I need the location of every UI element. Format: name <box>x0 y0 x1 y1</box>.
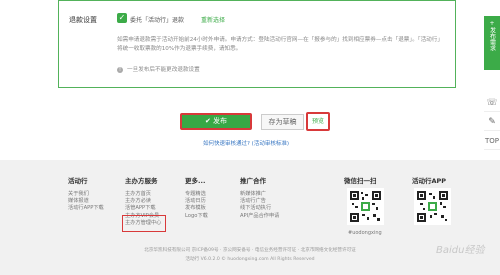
refund-option-label: 委托「活动行」退款 <box>130 17 185 24</box>
app-qr-code-icon <box>414 188 451 225</box>
footer-col-title: 主办方服务 <box>125 177 158 185</box>
footer-link-admin-center[interactable]: 主办方管理中心 <box>125 220 161 227</box>
publish-button[interactable]: ✔ 发布 <box>180 113 252 130</box>
baidu-watermark: Baidu经验 <box>436 245 485 256</box>
refund-note: ! 一旦发布后不能更改退款设置 <box>117 65 200 73</box>
wechat-qr-title: 微信扫一扫 <box>344 177 377 185</box>
reselect-link[interactable]: 重新选择 <box>201 15 225 24</box>
event-form-panel: 退款设置 ✓ 委托「活动行」退款 重新选择 如需申请退款需于活动开始前24小时外… <box>0 0 500 160</box>
publish-label: 发布 <box>213 117 228 125</box>
footer-col-title: 更多... <box>185 177 206 185</box>
footer-col-cooperation: 推广合作 新媒体推广 活动行广告 线下活动执行 API产品合作申请 <box>240 175 279 220</box>
checkbox-checked-icon[interactable]: ✓ <box>117 13 127 23</box>
refund-settings-box: 退款设置 ✓ 委托「活动行」退款 重新选择 如需申请退款需于活动开始前24小时外… <box>58 0 456 88</box>
publish-request-label: 发布需求 <box>488 27 496 51</box>
footer-link[interactable]: 发布模板 <box>185 205 208 212</box>
footer-link[interactable]: Logo下载 <box>185 213 208 220</box>
footer-link[interactable]: 活动行APP下载 <box>68 205 104 212</box>
footer-link[interactable]: API产品合作申请 <box>240 213 279 220</box>
edit-icon[interactable]: ✎ <box>484 113 500 131</box>
copyright-line: 活动行 V6.0.2.0 © huodongxing.com All Right… <box>185 257 315 262</box>
app-qr-title: 活动行APP <box>412 177 447 185</box>
publish-request-button[interactable]: + 发布需求 <box>484 16 500 70</box>
plus-icon: + <box>489 20 495 27</box>
quick-review-link[interactable]: 如何快速审核通过? <box>203 141 250 147</box>
refund-description: 如需申请退款需于活动开始前24小时外申请。申请方式：登陆活动行官网—在「报参与的… <box>117 37 443 52</box>
footer-col-title: 推广合作 <box>240 177 266 185</box>
preview-button[interactable]: 预览 <box>306 112 330 131</box>
headset-icon[interactable]: ☏ <box>484 94 500 112</box>
refund-note-text: 一旦发布后不能更改退款设置 <box>127 67 200 73</box>
wechat-id-caption: #uodongxing <box>348 230 382 236</box>
page: 退款设置 ✓ 委托「活动行」退款 重新选择 如需申请退款需于活动开始前24小时外… <box>0 0 500 275</box>
wechat-qr-code-icon <box>347 188 384 225</box>
footer-col-more: 更多... 专题精选 活动日历 发布模板 Logo下载 <box>185 175 208 220</box>
footer-link[interactable]: 线下活动执行 <box>240 205 279 212</box>
back-to-top-button[interactable]: TOP <box>484 132 500 150</box>
quick-review-links: 如何快速审核通过? (活动审核标准) <box>203 139 289 147</box>
footer-link-vip[interactable]: 主办方VIP会员 <box>125 213 161 220</box>
info-icon: ! <box>117 67 123 73</box>
footer-col-title: 活动行 <box>68 177 88 185</box>
footer-link[interactable]: 活管APP下载 <box>125 205 161 212</box>
refund-settings-label: 退款设置 <box>69 16 97 24</box>
save-draft-button[interactable]: 存为草稿 <box>261 114 304 130</box>
footer-col-huodongxing: 活动行 关于我们 媒体报道 活动行APP下载 <box>68 175 104 213</box>
review-standard-link[interactable]: (活动审核标准) <box>252 141 289 147</box>
footer-col-organizer: 主办方服务 主办方首页 主办方必读 活管APP下载 主办方VIP会员 主办方管理… <box>125 175 161 227</box>
copyright-line: 北京华凯科技有限公司 京ICP备09号 · 京公网安备号 · 电信业务经营许可证… <box>144 248 356 253</box>
check-icon: ✔ <box>204 117 211 125</box>
